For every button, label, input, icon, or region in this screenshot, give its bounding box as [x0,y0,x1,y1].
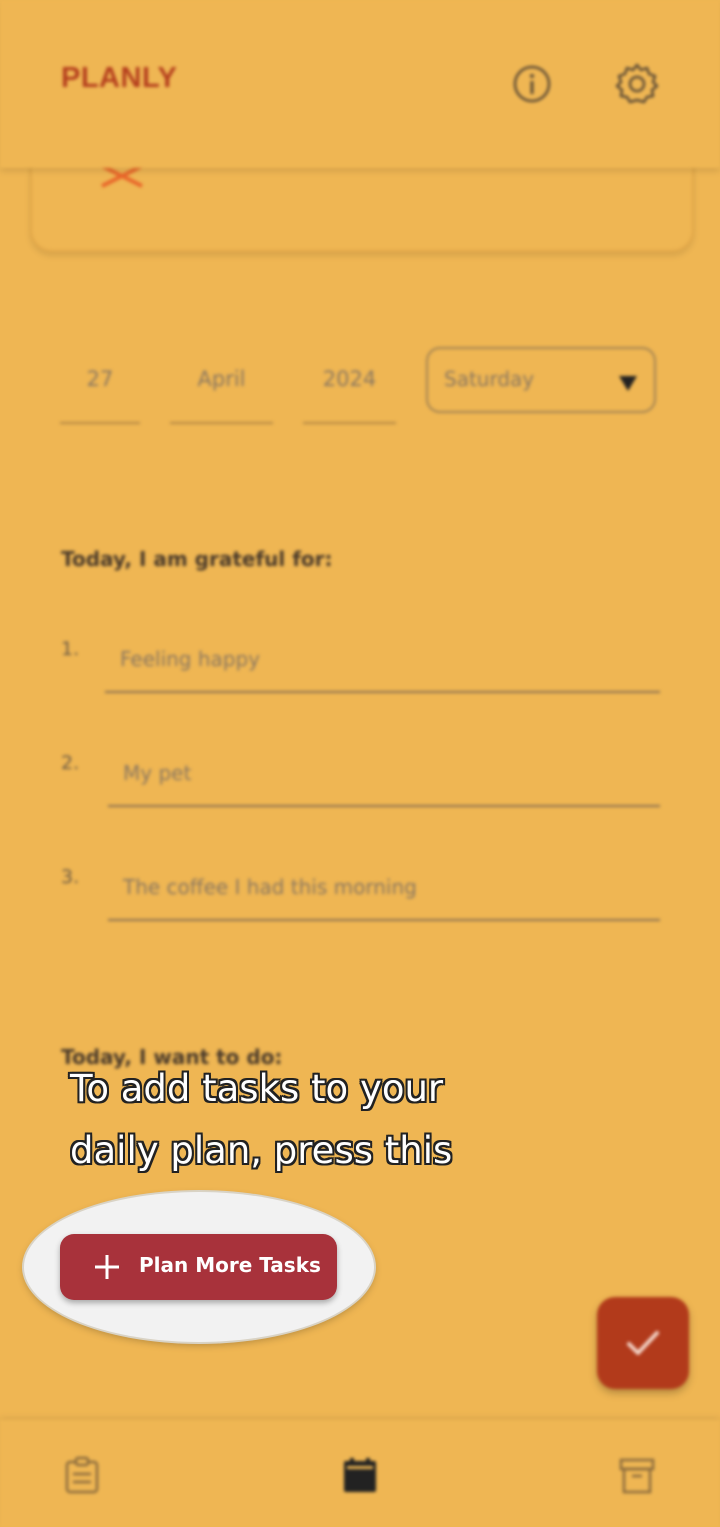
plus-icon [95,1255,119,1279]
onboarding-tooltip: To add tasks to your daily plan, press t… [70,1058,490,1182]
plan-button-label: Plan More Tasks [139,1253,321,1277]
tooltip-line-2: daily plan, press this [70,1129,453,1172]
plan-more-tasks-button[interactable]: Plan More Tasks [60,1234,337,1300]
onboarding-overlay: To add tasks to your daily plan, press t… [0,0,720,1527]
tooltip-line-1: To add tasks to your [70,1067,444,1110]
